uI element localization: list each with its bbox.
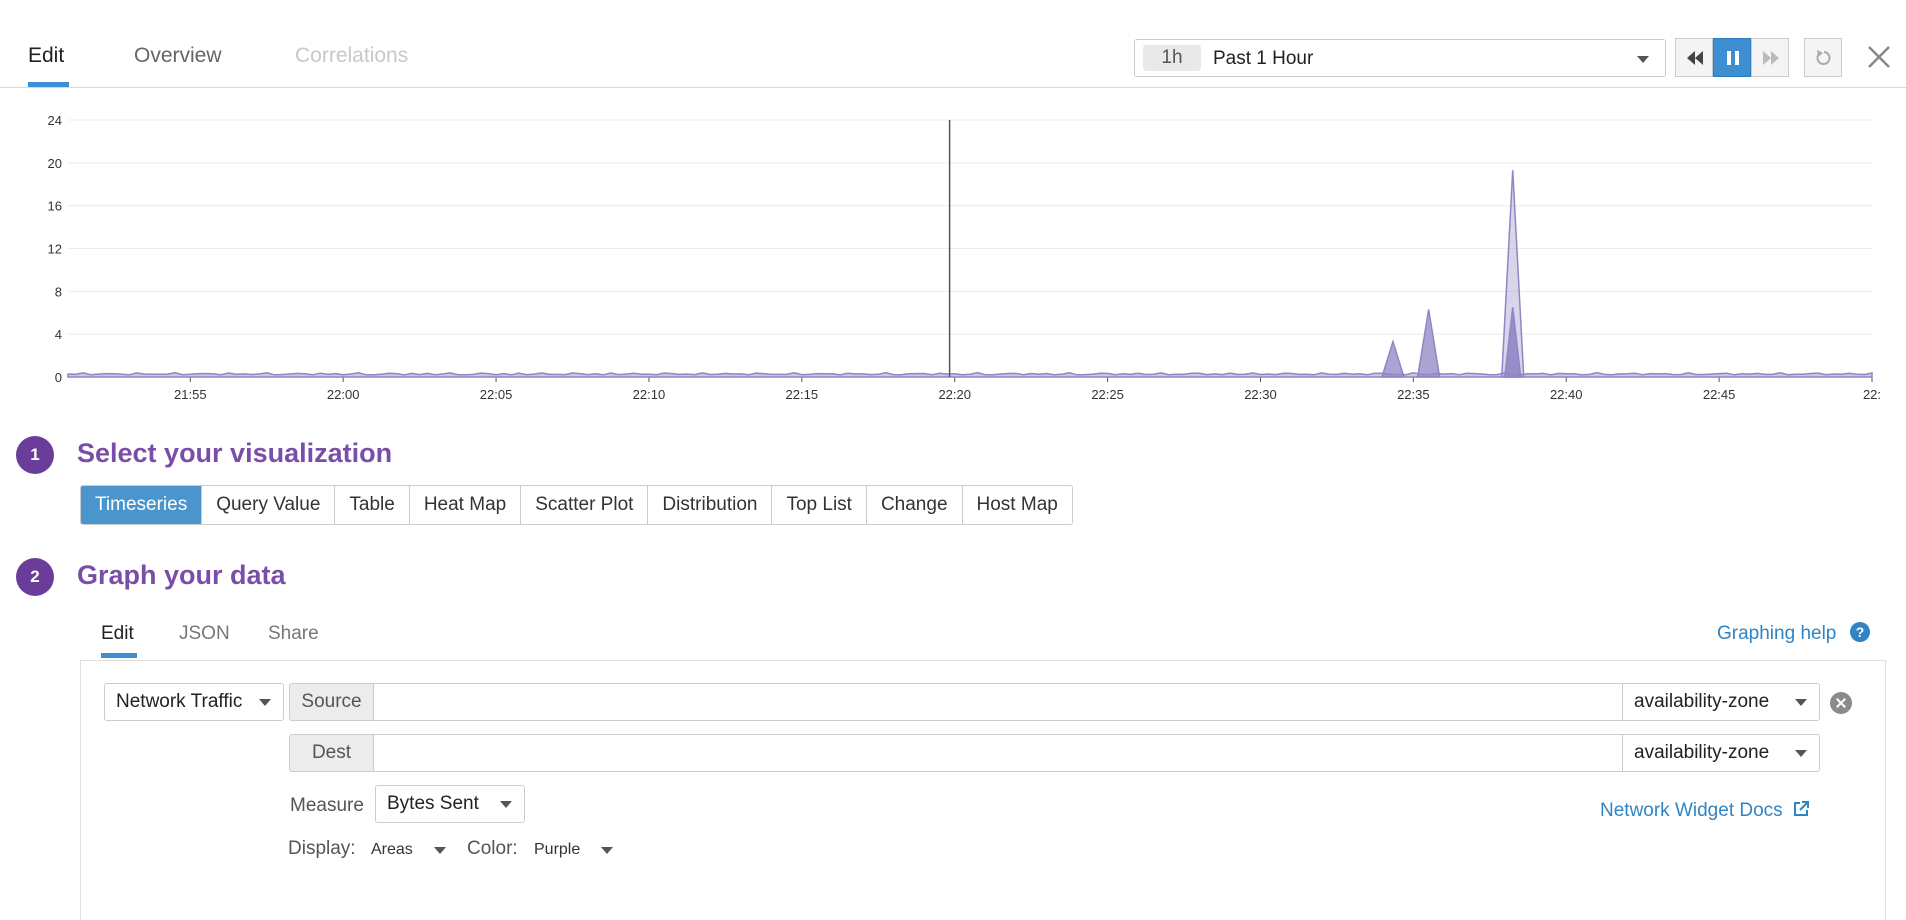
chevron-down-icon bbox=[1795, 699, 1807, 706]
y-tick-label: 16 bbox=[48, 199, 62, 214]
series-area-peak bbox=[1380, 339, 1405, 378]
viz-option-distribution[interactable]: Distribution bbox=[648, 486, 773, 524]
fast-forward-button[interactable] bbox=[1751, 38, 1789, 77]
source-input[interactable] bbox=[373, 683, 1623, 721]
step-1-badge: 1 bbox=[16, 436, 54, 474]
viz-option-top-list[interactable]: Top List bbox=[772, 486, 867, 524]
remove-query-icon[interactable] bbox=[1830, 692, 1852, 714]
y-tick-label: 4 bbox=[55, 327, 62, 342]
chevron-down-icon bbox=[1795, 750, 1807, 757]
graphing-help-link[interactable]: Graphing help bbox=[1717, 623, 1836, 645]
time-range-label: Past 1 Hour bbox=[1213, 48, 1314, 69]
subtab-json[interactable]: JSON bbox=[179, 623, 230, 645]
widget-type-dropdown[interactable]: Network Traffic bbox=[104, 683, 284, 721]
x-tick-label: 21:55 bbox=[174, 387, 207, 402]
section-graph-data-title: Graph your data bbox=[77, 560, 286, 590]
step-2-badge: 2 bbox=[16, 558, 54, 596]
network-widget-docs-link[interactable]: Network Widget Docs bbox=[1600, 800, 1810, 822]
reset-icon bbox=[1816, 50, 1831, 65]
color-label: Color: bbox=[467, 838, 518, 859]
chevron-down-icon bbox=[434, 847, 446, 854]
viz-option-change[interactable]: Change bbox=[866, 486, 963, 524]
pause-icon bbox=[1727, 51, 1739, 65]
viz-option-host-map[interactable]: Host Map bbox=[962, 486, 1072, 524]
measure-dropdown[interactable]: Bytes Sent bbox=[375, 785, 525, 823]
close-icon[interactable] bbox=[1866, 44, 1892, 70]
dest-group-dropdown[interactable]: availability-zone bbox=[1622, 734, 1820, 772]
active-tab-indicator bbox=[28, 82, 69, 87]
x-tick-label: 22:15 bbox=[786, 387, 819, 402]
x-tick-label: 22:45 bbox=[1703, 387, 1736, 402]
chevron-down-icon bbox=[500, 801, 512, 808]
x-tick-label: 22:40 bbox=[1550, 387, 1583, 402]
x-tick-label: 22:35 bbox=[1397, 387, 1430, 402]
chevron-down-icon bbox=[601, 847, 613, 854]
x-axis: 21:55 22:00 22:05 22:10 22:15 22:20 22:25 22:30… bbox=[68, 376, 1881, 402]
page: Edit Overview Correlations 1h Past 1 Hou… bbox=[0, 0, 1906, 920]
tab-overview[interactable]: Overview bbox=[134, 44, 222, 68]
chevron-down-icon bbox=[1637, 56, 1649, 63]
display-dropdown[interactable]: Areas bbox=[371, 841, 413, 859]
viz-option-heat-map[interactable]: Heat Map bbox=[409, 486, 522, 524]
help-icon[interactable]: ? bbox=[1850, 622, 1870, 642]
color-dropdown[interactable]: Purple bbox=[534, 841, 580, 859]
viz-option-timeseries[interactable]: Timeseries bbox=[81, 486, 203, 524]
source-group-value: availability-zone bbox=[1634, 691, 1770, 712]
x-tick-label: 22:20 bbox=[938, 387, 971, 402]
reset-button[interactable] bbox=[1804, 38, 1842, 77]
y-tick-label: 0 bbox=[55, 370, 62, 385]
x-tick-label: 22:25 bbox=[1091, 387, 1124, 402]
rewind-icon bbox=[1687, 51, 1703, 65]
active-subtab-indicator bbox=[101, 653, 137, 658]
x-tick-label: 22: bbox=[1863, 387, 1881, 402]
viz-option-table[interactable]: Table bbox=[335, 486, 410, 524]
time-range-badge: 1h bbox=[1143, 45, 1201, 71]
display-label: Display: bbox=[288, 838, 356, 859]
pause-button[interactable] bbox=[1713, 38, 1751, 77]
y-axis: 0 4 8 12 16 20 24 bbox=[48, 113, 62, 385]
y-tick-label: 20 bbox=[48, 156, 62, 171]
time-range-select[interactable]: 1h Past 1 Hour bbox=[1134, 39, 1666, 77]
x-tick-label: 22:30 bbox=[1244, 387, 1277, 402]
chevron-down-icon bbox=[259, 699, 271, 706]
section-visualization-title: Select your visualization bbox=[77, 438, 393, 468]
y-tick-label: 8 bbox=[55, 284, 62, 299]
chart-gridlines bbox=[68, 119, 1872, 378]
source-group-dropdown[interactable]: availability-zone bbox=[1622, 683, 1820, 721]
measure-value: Bytes Sent bbox=[387, 793, 479, 814]
viz-option-scatter-plot[interactable]: Scatter Plot bbox=[521, 486, 649, 524]
y-tick-label: 24 bbox=[48, 113, 62, 128]
dest-input[interactable] bbox=[373, 734, 1623, 772]
dest-group-value: availability-zone bbox=[1634, 742, 1770, 763]
dest-label: Dest bbox=[289, 734, 373, 772]
widget-type-value: Network Traffic bbox=[116, 691, 243, 712]
rewind-button[interactable] bbox=[1675, 38, 1713, 77]
subtab-edit[interactable]: Edit bbox=[101, 623, 134, 645]
series-area-peak bbox=[1416, 309, 1441, 378]
external-link-icon bbox=[1793, 801, 1809, 816]
x-tick-label: 22:00 bbox=[327, 387, 360, 402]
top-tab-bar: Edit Overview Correlations 1h Past 1 Hou… bbox=[0, 0, 1906, 88]
subtab-share[interactable]: Share bbox=[268, 623, 319, 645]
x-tick-label: 22:05 bbox=[480, 387, 513, 402]
visualization-selector: Timeseries Query Value Table Heat Map Sc… bbox=[80, 485, 1073, 525]
tab-edit[interactable]: Edit bbox=[28, 44, 64, 68]
tab-correlations[interactable]: Correlations bbox=[295, 44, 408, 68]
y-tick-label: 12 bbox=[48, 242, 62, 257]
viz-option-query-value[interactable]: Query Value bbox=[202, 486, 336, 524]
network-widget-docs-label: Network Widget Docs bbox=[1600, 800, 1783, 821]
measure-label: Measure bbox=[290, 795, 364, 816]
fast-forward-icon bbox=[1763, 51, 1779, 65]
series-area-baseline bbox=[67, 371, 1873, 378]
timeseries-chart[interactable]: 0 4 8 12 16 20 24 21:55 22:00 22:05 22:10 22:15 22:… bbox=[0, 100, 1906, 420]
source-label: Source bbox=[289, 683, 373, 721]
x-tick-label: 22:10 bbox=[633, 387, 666, 402]
